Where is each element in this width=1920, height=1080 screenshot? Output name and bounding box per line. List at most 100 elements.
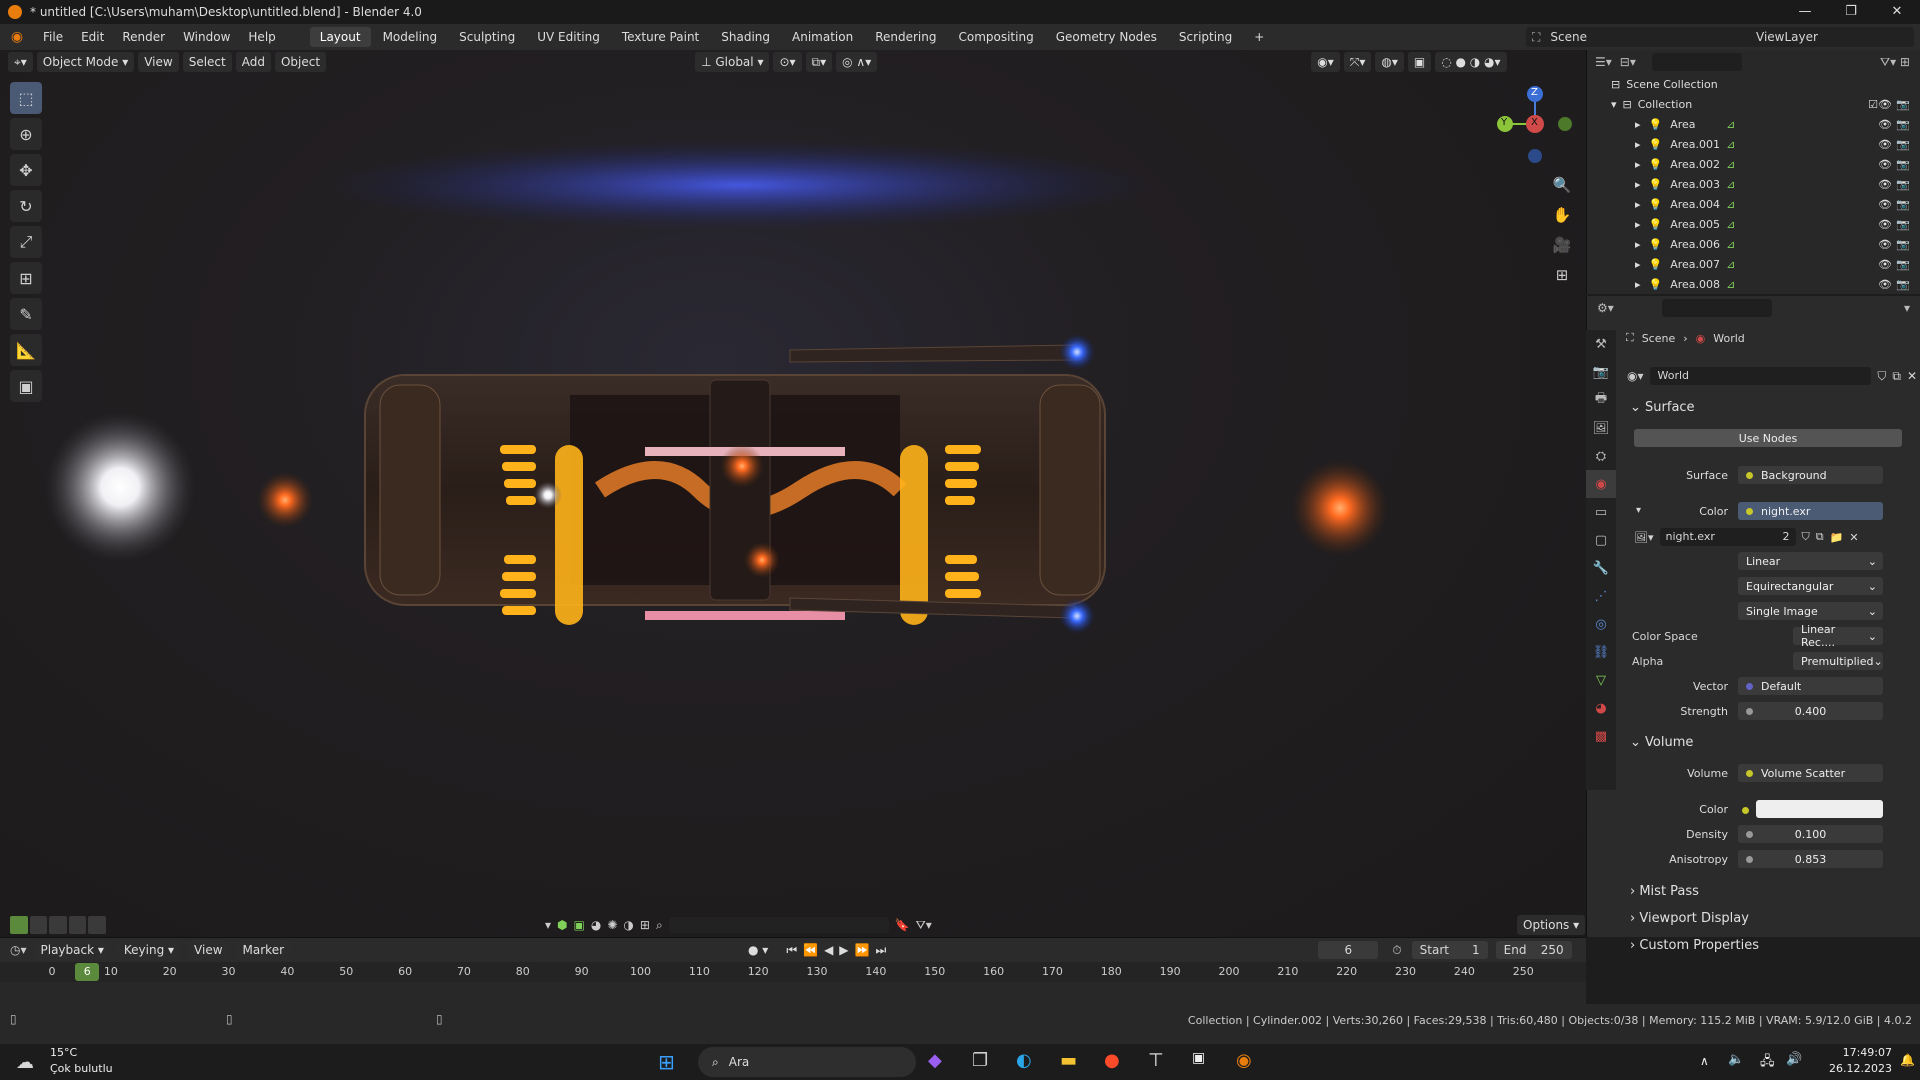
tray-chevron-icon[interactable]: ∧ [1700, 1054, 1709, 1068]
properties-search-input[interactable] [1661, 299, 1772, 317]
expand-arrow-icon[interactable]: ▸ [1635, 178, 1641, 191]
render-camera-icon[interactable]: 📷 [1896, 218, 1910, 231]
image-fake-user-icon[interactable]: ⛉ [1802, 530, 1810, 544]
render-camera-icon[interactable]: 📷 [1896, 98, 1910, 111]
tab-layout[interactable]: Layout [309, 27, 371, 47]
volume-shader-field[interactable]: Volume Scatter [1738, 764, 1883, 782]
copilot-icon[interactable]: ◆ [928, 1050, 942, 1071]
menu-file[interactable]: File [34, 24, 72, 50]
object-tab-icon[interactable]: ▢ [1586, 526, 1616, 554]
end-frame-field[interactable]: End 250 [1495, 941, 1572, 959]
expand-arrow-icon[interactable]: ▸ [1635, 118, 1641, 131]
add-cube-tool-icon[interactable]: ▣ [10, 370, 42, 402]
epic-games-icon[interactable]: ▣ [1192, 1050, 1205, 1066]
texture-tab-icon[interactable]: ▩ [1586, 722, 1616, 750]
select-invert-icon[interactable] [68, 916, 87, 934]
outliner-item[interactable]: ▸ 💡 Area.001 ⊿ 👁 📷 [1587, 134, 1920, 154]
anisotropy-field[interactable]: 0.853 [1738, 850, 1883, 868]
gizmo-toggle-icon[interactable]: ⤧▾ [1343, 52, 1372, 72]
filter-material-icon[interactable]: ◕ [591, 918, 601, 932]
mode-selector[interactable]: Object Mode ▾ [36, 52, 135, 72]
snap-icon[interactable]: ⧉▾ [805, 52, 833, 72]
clock-icon[interactable]: ⏱ [1392, 943, 1401, 958]
shading-mode-icons[interactable]: ◌ ● ◑ ◕▾ [1435, 52, 1507, 72]
visibility-eye-icon[interactable]: 👁 [1878, 238, 1892, 251]
menu-window[interactable]: Window [174, 24, 239, 50]
output-tab-icon[interactable]: 🖶 [1586, 386, 1616, 414]
filter-search-icon[interactable]: ⌕ [656, 918, 663, 933]
filter-funnel-icon[interactable]: ⛛▾ [916, 918, 932, 933]
options-button[interactable]: Options ▾ [1517, 915, 1586, 935]
light-data-icon[interactable]: ⊿ [1726, 118, 1735, 131]
timeline-track[interactable] [0, 982, 1586, 1004]
outliner-item[interactable]: ▸ 💡 Area.002 ⊿ 👁 📷 [1587, 154, 1920, 174]
file-explorer-icon[interactable]: ▬ [1060, 1050, 1077, 1071]
weather-cloud-icon[interactable]: ☁ [16, 1052, 34, 1073]
scale-tool-icon[interactable]: ⤢ [10, 226, 42, 258]
playhead-frame-indicator[interactable]: 6 [75, 963, 100, 981]
use-nodes-button[interactable]: Use Nodes [1634, 429, 1902, 447]
particles-tab-icon[interactable]: ⋰ [1586, 582, 1616, 610]
blender-menu-icon[interactable]: ◉ [0, 29, 34, 45]
timeline-view-menu[interactable]: View [188, 940, 229, 960]
xray-toggle-icon[interactable]: ▣ [1407, 52, 1432, 72]
physics-tab-icon[interactable]: ◎ [1586, 610, 1616, 638]
visibility-eye-icon[interactable]: 👁 [1878, 118, 1892, 131]
render-camera-icon[interactable]: 📷 [1896, 118, 1910, 131]
camera-view-icon[interactable]: 🎥 [1550, 230, 1574, 260]
strength-field[interactable]: 0.400 [1738, 702, 1883, 720]
transform-orientation[interactable]: ⊥ Global ▾ [695, 52, 770, 72]
tab-texture-paint[interactable]: Texture Paint [612, 27, 709, 47]
outliner-filter-icon[interactable]: ⛛▾ ⊞ [1880, 55, 1910, 70]
bookmark-icon[interactable]: 🔖 [895, 918, 910, 932]
projection-dropdown[interactable]: Equirectangular ⌄ [1738, 577, 1883, 595]
visibility-eye-icon[interactable]: 👁 [1878, 98, 1892, 111]
surface-shader-field[interactable]: Background [1738, 466, 1883, 484]
image-unlink-icon[interactable]: ✕ [1849, 531, 1858, 544]
color-space-dropdown[interactable]: Linear Rec.... ⌄ [1793, 623, 1883, 649]
display-mode-icon[interactable]: ⊟▾ [1620, 55, 1636, 69]
visibility-icon[interactable]: ◉▾ [1311, 52, 1340, 72]
tool-tab-icon[interactable]: ⚒ [1586, 330, 1616, 358]
alpha-dropdown[interactable]: Premultiplied ⌄ [1793, 652, 1883, 670]
outliner-editor-icon[interactable]: ☰▾ [1595, 55, 1612, 69]
properties-options-icon[interactable]: ▾ [1904, 301, 1910, 315]
task-view-icon[interactable]: ❐ [972, 1050, 988, 1071]
cursor-tool-icon[interactable]: ⊕ [10, 118, 42, 150]
expand-arrow-icon[interactable]: ▸ [1635, 218, 1641, 231]
rotate-tool-icon[interactable]: ↻ [10, 190, 42, 222]
unlink-icon[interactable]: ✕ [1907, 369, 1917, 383]
marker-menu[interactable]: Marker [236, 940, 291, 960]
outliner-item[interactable]: ▸ 💡 Area.006 ⊿ 👁 📷 [1587, 234, 1920, 254]
visibility-eye-icon[interactable]: 👁 [1878, 178, 1892, 191]
minimize-button[interactable]: — [1782, 0, 1828, 24]
expand-arrow-icon[interactable]: ▸ [1635, 198, 1641, 211]
tab-shading[interactable]: Shading [711, 27, 780, 47]
proportional-edit-icon[interactable]: ◎ ∧▾ [836, 52, 878, 72]
duplicate-icon[interactable]: ⧉ [1892, 369, 1901, 384]
light-data-icon[interactable]: ⊿ [1726, 278, 1735, 291]
taskbar-search[interactable]: ⌕ Ara [698, 1047, 916, 1077]
object-menu[interactable]: Object [274, 52, 327, 72]
mist-pass-section[interactable]: › Mist Pass [1630, 884, 1699, 899]
source-dropdown[interactable]: Single Image ⌄ [1738, 602, 1883, 620]
maximize-button[interactable]: ❐ [1828, 0, 1874, 24]
weather-description[interactable]: Çok bulutlu [50, 1062, 113, 1075]
select-set-icon[interactable] [10, 916, 28, 934]
outliner-item[interactable]: ▸ 💡 Area.008 ⊿ 👁 📷 [1587, 274, 1920, 294]
tab-rendering[interactable]: Rendering [865, 27, 946, 47]
light-data-icon[interactable]: ⊿ [1726, 178, 1735, 191]
grid-toggle-icon[interactable]: ⊞ [1550, 260, 1574, 290]
properties-editor-icon[interactable]: ⚙▾ [1597, 301, 1614, 315]
pan-hand-icon[interactable]: ✋ [1550, 200, 1574, 230]
scene-collection-row[interactable]: ⊟ Scene Collection [1587, 74, 1920, 94]
world-browse-icon[interactable]: ◉▾ [1627, 369, 1644, 383]
view-menu[interactable]: View [138, 52, 179, 72]
speaker-icon[interactable]: 🔈 [1728, 1052, 1744, 1067]
filter-search-input[interactable] [668, 917, 889, 933]
open-folder-icon[interactable]: 📁 [1830, 531, 1844, 544]
collection-tab-icon[interactable]: ▭ [1586, 498, 1616, 526]
notification-bell-icon[interactable]: 🔔 [1900, 1053, 1915, 1067]
start-frame-field[interactable]: Start 1 [1411, 941, 1488, 959]
editor-type-icon[interactable]: ⌖▾ [8, 52, 33, 72]
